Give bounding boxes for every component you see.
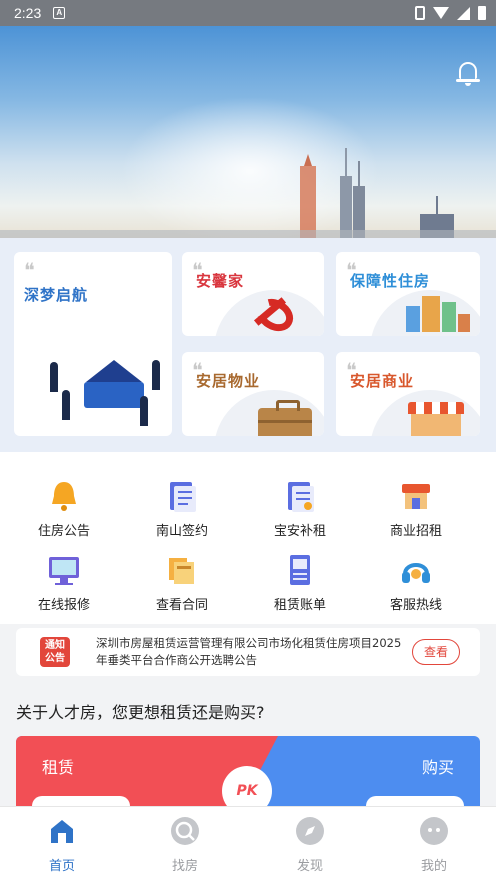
- pk-text: PK: [236, 783, 258, 799]
- contract-icon: [164, 478, 200, 514]
- graduation-cap-icon: [86, 360, 142, 382]
- headset-icon: [398, 552, 434, 588]
- tab-label: 首页: [48, 859, 75, 874]
- tab-label: 发现: [296, 859, 323, 874]
- service-nanshan-sign[interactable]: 南山签约: [134, 478, 230, 539]
- rent-label: 租赁: [42, 758, 75, 777]
- student-figure: [62, 390, 70, 420]
- status-time: 2:23: [14, 5, 42, 21]
- tab-home[interactable]: 首页: [22, 817, 102, 874]
- battery-icon: [478, 6, 486, 20]
- service-commercial-lease[interactable]: 商业招租: [368, 478, 464, 539]
- service-rental-bill[interactable]: 租赁账单: [252, 552, 348, 613]
- service-view-contract[interactable]: 查看合同: [134, 552, 230, 613]
- rent-vs-buy-panel: 租赁 购买 PK: [16, 736, 480, 806]
- status-bar: 2:23 A: [0, 0, 496, 26]
- notice-bar[interactable]: 通知 公告 深圳市房屋租赁运营管理有限公司市场化租赁住房项目2025年垂类平台合作…: [16, 628, 480, 676]
- document-icon: [282, 478, 318, 514]
- tab-label: 我的: [420, 859, 447, 874]
- building-shape: [422, 296, 440, 332]
- shop-body: [411, 414, 461, 436]
- compass-icon: [296, 817, 324, 845]
- tab-discover[interactable]: 发现: [270, 817, 350, 874]
- card-title: 安馨家: [196, 272, 245, 290]
- notification-a-icon: A: [53, 7, 66, 19]
- building-shape: [458, 314, 470, 332]
- notice-badge: 通知 公告: [40, 637, 70, 667]
- notification-bell-button[interactable]: [456, 62, 480, 88]
- feature-cards: ❝ 深梦启航 ❝ 安馨家 ❝ 保障性住房 ❝ 安居物业 ❝ 安居商业: [0, 238, 496, 452]
- building-shape: [406, 306, 420, 332]
- student-figure: [50, 362, 58, 392]
- tab-label: 找房: [171, 859, 198, 874]
- profile-icon: [420, 817, 448, 845]
- card-title: 安居商业: [350, 372, 415, 390]
- sickle-shape: [251, 292, 299, 336]
- card-wuye[interactable]: ❝ 安居物业: [182, 352, 324, 436]
- pk-badge: PK: [222, 766, 272, 806]
- service-label: 查看合同: [155, 598, 208, 613]
- search-house-icon: [171, 817, 199, 845]
- card-baozhang[interactable]: ❝ 保障性住房: [336, 252, 480, 336]
- monitor-icon: [46, 552, 82, 588]
- card-title: 保障性住房: [350, 272, 431, 290]
- service-label: 客服热线: [389, 598, 442, 613]
- rent-button[interactable]: [32, 796, 130, 806]
- bottom-tab-bar: 首页 找房 发现 我的: [0, 806, 496, 883]
- shop-icon: [398, 478, 434, 514]
- book-icon: [84, 382, 144, 408]
- folder-icon: [164, 552, 200, 588]
- buy-button[interactable]: [366, 796, 464, 806]
- building-shape: [442, 302, 456, 332]
- service-baoan-subsidy[interactable]: 宝安补租: [252, 478, 348, 539]
- notice-view-button[interactable]: 查看: [412, 639, 460, 665]
- quote-icon: ❝: [24, 258, 35, 282]
- tab-profile[interactable]: 我的: [394, 817, 474, 874]
- bell-icon: [459, 62, 477, 79]
- shop-icon: [408, 402, 464, 436]
- service-housing-notice[interactable]: 住房公告: [16, 478, 112, 539]
- shop-awning: [408, 402, 464, 414]
- service-label: 在线报修: [37, 598, 90, 613]
- service-label: 南山签约: [155, 524, 208, 539]
- hammer-sickle-icon: [244, 292, 302, 336]
- service-hotline[interactable]: 客服热线: [368, 552, 464, 613]
- vibrate-icon: [415, 6, 425, 20]
- buy-label: 购买: [421, 758, 454, 777]
- bell-icon: [46, 478, 82, 514]
- survey-question: 关于人才房，您更想租赁还是购买?: [16, 703, 265, 722]
- card-shangye[interactable]: ❝ 安居商业: [336, 352, 480, 436]
- graduation-illustration: [44, 342, 172, 432]
- hero-banner[interactable]: [0, 26, 496, 238]
- card-anxinjia[interactable]: ❝ 安馨家: [182, 252, 324, 336]
- service-label: 租赁账单: [273, 598, 326, 613]
- service-label: 宝安补租: [273, 524, 326, 539]
- service-label: 住房公告: [37, 524, 90, 539]
- card-title: 深梦启航: [24, 286, 89, 304]
- notice-text[interactable]: 深圳市房屋租赁运营管理有限公司市场化租赁住房项目2025年垂类平台合作商公开选聘…: [96, 635, 408, 669]
- city-skyline-image: [0, 148, 496, 238]
- service-label: 商业招租: [389, 524, 442, 539]
- card-title: 安居物业: [196, 372, 261, 390]
- student-figure: [152, 360, 160, 390]
- bill-icon: [282, 552, 318, 588]
- home-icon: [48, 817, 76, 845]
- bell-clapper: [465, 83, 471, 86]
- services-grid: 住房公告 南山签约 宝安补租 商业招租 在线报修 查看合同 租赁账单 客服热线: [0, 452, 496, 624]
- wifi-icon: [433, 7, 449, 19]
- signal-icon: [457, 6, 470, 20]
- card-shenmeng[interactable]: ❝ 深梦启航: [14, 252, 172, 436]
- tab-find-house[interactable]: 找房: [145, 817, 225, 874]
- student-figure: [140, 396, 148, 426]
- bell-base: [456, 79, 480, 82]
- service-online-repair[interactable]: 在线报修: [16, 552, 112, 613]
- briefcase-icon: [258, 400, 312, 436]
